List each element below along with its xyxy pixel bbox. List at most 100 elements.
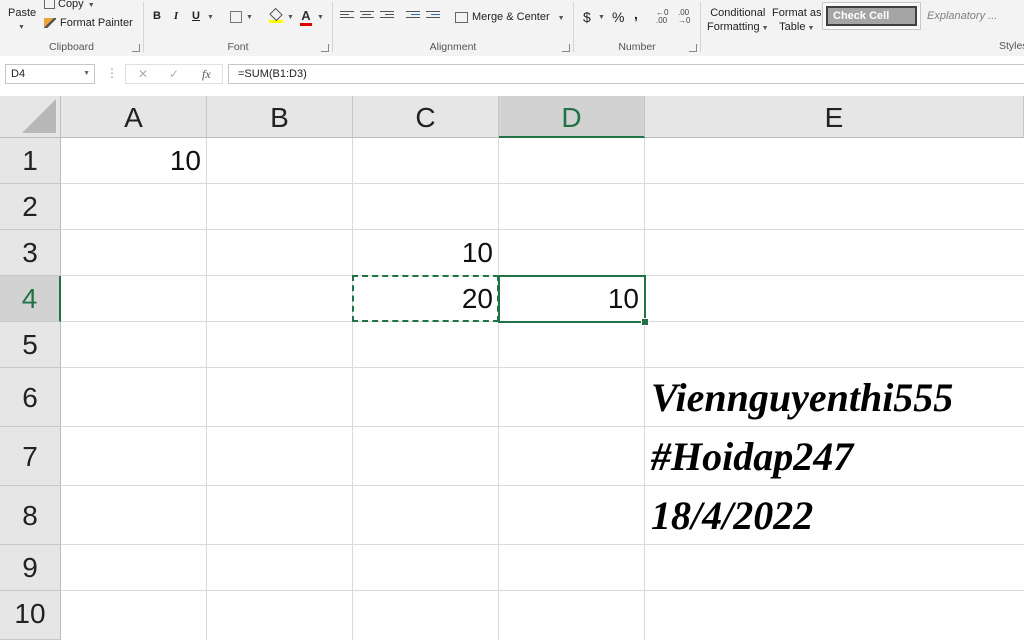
gridline	[61, 367, 1024, 368]
font-launcher-icon[interactable]	[321, 44, 329, 52]
row-header-4[interactable]: 4	[0, 276, 61, 322]
gridline	[61, 229, 1024, 230]
row-header-5[interactable]: 5	[0, 322, 61, 368]
row-header-2[interactable]: 2	[0, 184, 61, 230]
row-header-6[interactable]: 6	[0, 368, 61, 427]
cell-c3[interactable]: 10	[353, 230, 499, 276]
fill-handle[interactable]	[641, 318, 649, 326]
font-color-dropdown-icon[interactable]: ▼	[317, 14, 324, 21]
gridline	[206, 138, 207, 640]
row-header-3[interactable]: 3	[0, 230, 61, 276]
fill-color-dropdown-icon[interactable]: ▼	[287, 14, 294, 21]
number-group: $ ▼ % , ←0.00 .00 →0 Number	[574, 0, 700, 56]
bold-button[interactable]: B	[150, 10, 164, 22]
styles-group: Conditional Formatting ▼ Format as Table ▼…	[701, 0, 1024, 56]
copy-label: Copy	[58, 0, 84, 10]
more-icon[interactable]: ⋮	[106, 66, 118, 80]
formula-buttons: ✕ ✓ fx	[125, 64, 223, 84]
worksheet-grid: A B C D E 1 2 3 4 5 6 7 8 9 10 10 10 20 …	[0, 96, 1024, 640]
gridline	[352, 138, 353, 640]
number-launcher-icon[interactable]	[689, 44, 697, 52]
copy-button[interactable]: Copy ▼	[44, 0, 95, 10]
row-header-10[interactable]: 10	[0, 591, 61, 640]
increase-decimal-icon[interactable]: ←0.00	[656, 9, 668, 25]
ribbon: Paste ▼ Copy ▼ Format Painter Clipboard B…	[0, 0, 1024, 57]
paste-button[interactable]: Paste	[8, 7, 36, 19]
name-box-value: D4	[11, 68, 26, 80]
gridline	[61, 544, 1024, 545]
explanatory-style[interactable]: Explanatory ...	[922, 6, 1020, 26]
underline-dropdown-icon[interactable]: ▼	[207, 14, 214, 21]
currency-dropdown-icon[interactable]: ▼	[598, 14, 605, 21]
conditional-formatting-label: Conditional	[710, 7, 766, 19]
decrease-indent-icon[interactable]	[406, 11, 420, 22]
merge-center-button[interactable]: Merge & Center ▼	[455, 11, 565, 23]
decrease-decimal-icon[interactable]: .00 →0	[678, 9, 690, 25]
alignment-label: Alignment	[429, 41, 477, 53]
chevron-down-icon[interactable]: ▼	[83, 65, 90, 83]
format-as-table-button[interactable]: Format as Table ▼	[772, 6, 822, 36]
copy-icon	[44, 0, 55, 10]
alignment-group: Merge & Center ▼ Alignment	[333, 0, 573, 56]
format-painter-button[interactable]: Format Painter	[44, 17, 133, 29]
insert-function-icon[interactable]: fx	[202, 67, 211, 82]
borders-icon[interactable]	[230, 11, 242, 23]
gridline	[61, 426, 1024, 427]
row-header-7[interactable]: 7	[0, 427, 61, 486]
conditional-formatting-label-2: Formatting	[707, 21, 760, 33]
increase-indent-icon[interactable]	[426, 11, 440, 22]
conditional-formatting-button[interactable]: Conditional Formatting ▼	[707, 6, 769, 36]
percent-button[interactable]: %	[612, 9, 624, 25]
currency-button[interactable]: $	[583, 9, 591, 25]
clipboard-label: Clipboard	[49, 41, 94, 53]
align-left-icon[interactable]	[340, 11, 354, 22]
note-date: 18/4/2022	[651, 493, 814, 538]
check-cell-style[interactable]: Check Cell	[826, 6, 917, 26]
merge-icon	[455, 11, 468, 23]
row-header-1[interactable]: 1	[0, 138, 61, 184]
styles-label: Styles	[999, 40, 1024, 52]
row-header-8[interactable]: 8	[0, 486, 61, 545]
column-header-b[interactable]: B	[207, 96, 353, 138]
gridline	[498, 138, 499, 640]
formula-bar: D4 ▼ ⋮ ✕ ✓ fx =SUM(B1:D3)	[0, 56, 1024, 96]
column-header-d[interactable]: D	[499, 96, 645, 138]
cancel-icon[interactable]: ✕	[138, 67, 148, 81]
format-as-table-label: Format as	[772, 7, 822, 19]
gridline	[61, 590, 1024, 591]
select-all-corner[interactable]	[0, 96, 61, 138]
gridline	[61, 485, 1024, 486]
name-box[interactable]: D4 ▼	[5, 64, 95, 84]
borders-dropdown-icon[interactable]: ▼	[246, 14, 253, 21]
brush-icon	[44, 18, 56, 29]
paste-dropdown-icon[interactable]: ▼	[18, 24, 25, 31]
fill-color-icon[interactable]	[269, 7, 283, 25]
note-hashtag: #Hoidap247	[651, 434, 854, 479]
alignment-launcher-icon[interactable]	[562, 44, 570, 52]
clipboard-group: Paste ▼ Copy ▼ Format Painter Clipboard	[0, 0, 143, 56]
number-label: Number	[618, 41, 656, 53]
align-center-icon[interactable]	[360, 11, 374, 22]
row-header-9[interactable]: 9	[0, 545, 61, 591]
enter-icon[interactable]: ✓	[169, 67, 179, 81]
gridline	[644, 138, 645, 640]
format-painter-label: Format Painter	[60, 17, 133, 29]
clipboard-launcher-icon[interactable]	[132, 44, 140, 52]
font-group: B I U ▼ ▼ ▼ A ▼ Font	[144, 0, 332, 56]
column-header-c[interactable]: C	[353, 96, 499, 138]
font-color-icon[interactable]: A	[300, 8, 312, 26]
cell-a1[interactable]: 10	[61, 138, 207, 184]
merge-center-label: Merge & Center	[472, 11, 550, 23]
align-right-icon[interactable]	[380, 11, 394, 22]
note-username: Viennguyenthi555	[651, 375, 954, 420]
italic-button[interactable]: I	[169, 10, 183, 22]
select-all-triangle-icon	[22, 99, 56, 133]
font-label: Font	[227, 41, 249, 53]
underline-button[interactable]: U	[189, 10, 203, 22]
column-header-e[interactable]: E	[645, 96, 1024, 138]
formula-input[interactable]: =SUM(B1:D3)	[228, 64, 1024, 84]
active-cell-border	[498, 275, 646, 323]
format-as-table-label-2: Table	[779, 21, 806, 33]
comma-button[interactable]: ,	[634, 6, 638, 22]
column-header-a[interactable]: A	[61, 96, 207, 138]
